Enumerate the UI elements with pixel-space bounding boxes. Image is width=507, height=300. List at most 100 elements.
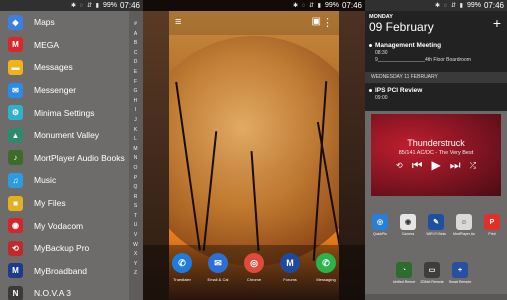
app-list-item[interactable]: ♫ Music [0,169,130,192]
alphabet-letter[interactable]: X [134,250,137,260]
app-shortcut[interactable]: P Print [481,214,503,236]
alphabet-letter[interactable]: # [134,20,137,30]
alphabet-letter[interactable]: Z [134,269,137,279]
status-icons: ✱ ◌ ⇵ ▮ [71,3,100,9]
alphabet-letter[interactable]: L [134,135,137,145]
repeat-icon[interactable]: ⟲ [396,161,403,173]
mortplayer-icon: ♪ [8,150,23,166]
app-list-item[interactable]: ◆ Maps [0,11,130,34]
add-event-icon[interactable]: + [493,15,501,31]
unified-remote-icon: ◔ [396,262,412,278]
alphabet-letter[interactable]: A [134,30,137,40]
shuffle-icon[interactable]: ⤮ [470,161,476,173]
truedialer-icon: ✆ [172,253,192,273]
alphabet-letter[interactable]: V [134,231,137,241]
status-icons: ✱ ◌ ⇵ ▮ [293,3,322,9]
alphabet-letter[interactable]: N [134,154,138,164]
app-list-item[interactable]: ⚙ Minima Settings [0,101,130,124]
music-widget[interactable]: Thunderstruck 85/141 AC/DC - The Very Be… [371,114,501,196]
dock-item[interactable]: ✆ Messaging [310,253,343,282]
app-list-item[interactable]: ▬ Messages [0,56,130,79]
quickpic-icon: ◎ [372,214,388,230]
dock-item[interactable]: ✆ Truedialer [166,253,199,282]
dock-item[interactable]: ✉ Email & Cal [202,253,235,282]
alphabet-letter[interactable]: K [134,126,137,136]
alphabet-letter[interactable]: P [134,174,137,184]
alphabet-letter[interactable]: Q [134,183,138,193]
alphabet-letter[interactable]: T [134,212,137,222]
alphabet-letter[interactable]: H [134,97,138,107]
alphabet-letter[interactable]: C [134,49,138,59]
dock-label: Forums [283,277,297,282]
zdnet-icon: ▭ [424,262,440,278]
alphabet-letter[interactable]: B [134,39,137,49]
alphabet-letter[interactable]: S [134,202,137,212]
dock: ✆ Truedialer ✉ Email & Cal ◎ Chrome M Forums ✆ Me… [143,245,365,300]
app-list-item[interactable]: ♪ MortPlayer Audio Books [0,147,130,170]
smart-remote-icon: + [452,262,468,278]
play-icon[interactable]: ▶ [432,158,441,173]
alphabet-letter[interactable]: F [134,78,137,88]
app-shortcut[interactable]: ▭ ZDNet Remote [420,262,444,284]
event-title: IPS PCI Review [375,87,423,94]
app-list-item[interactable]: ■ My Files [0,192,130,215]
bottom-strip [365,294,507,300]
app-shortcut-label: ZDNet Remote [420,280,444,284]
calendar-event[interactable]: Management Meeting 08:30 9______________… [369,42,503,63]
alphabet-letter[interactable]: G [134,87,138,97]
dock-item[interactable]: ◎ Chrome [238,253,271,282]
alphabet-letter[interactable]: M [133,145,137,155]
alphabet-letter[interactable]: J [134,116,137,126]
app-list: ◆ Maps M MEGA ▬ Messages ✉ Messenger ⚙ Minima Set… [0,11,130,300]
alphabet-letter[interactable]: R [134,193,138,203]
calendar-widget[interactable]: MONDAY 09 February + Management Meeting … [365,11,507,111]
app-list-item[interactable]: ◉ My Vodacom [0,214,130,237]
app-shortcut[interactable]: ✎ WiFi-Fi Beta [425,214,447,236]
alphabet-letter[interactable]: W [133,241,138,251]
status-bar: ✱ ◌ ⇵ ▮ 99% 07:46 [0,0,143,11]
previous-icon[interactable]: ⏮ [412,158,423,173]
alphabet-letter[interactable]: D [134,58,138,68]
app-name: My Files [34,198,66,209]
calendar-day-divider: WEDNESDAY 11 FEBRUARY [365,72,507,83]
home-toolbar: ≡ ▣ ⋮ [169,11,339,35]
app-name: MyBackup Pro [34,243,90,254]
minima-settings-icon: ⚙ [8,105,23,121]
app-list-item[interactable]: ▲ Monument Valley [0,124,130,147]
app-shortcut[interactable]: ◔ Unified Remot [393,262,415,284]
calendar-event[interactable]: IPS PCI Review 09:00 [369,87,503,101]
app-list-item[interactable]: M MEGA [0,34,130,57]
clock: 07:46 [119,1,140,10]
app-shortcut-label: Smart Remote [448,280,472,284]
drawer-icon[interactable]: ▣ [312,16,321,27]
alphabet-letter[interactable]: Y [134,260,137,270]
alphabet-letter[interactable]: U [134,221,138,231]
alphabet-letter[interactable]: E [134,68,137,78]
app-list-item[interactable]: ✉ Messenger [0,79,130,102]
app-shortcut[interactable]: ◎ QuickPic [369,214,391,236]
app-shortcut[interactable]: + Smart Remote [449,262,471,284]
alphabet-letter[interactable]: O [134,164,138,174]
forums-icon: M [280,253,300,273]
menu-icon[interactable]: ≡ [175,16,181,28]
status-icons: ✱ ◌ ⇵ ▮ [435,3,464,9]
app-list-item[interactable]: M MyBroadband [0,260,130,283]
app-list-item[interactable]: ⟲ MyBackup Pro [0,237,130,260]
overflow-menu-icon[interactable]: ⋮ [322,16,333,29]
app-list-item[interactable]: N N.O.V.A 3 [0,282,130,300]
alphabet-index[interactable]: # A B C D E F G H I J K L M N O P Q R S T U V W X Y Z [131,20,140,279]
print-icon: P [484,214,500,230]
playback-controls: ⟲ ⏮ ▶ ⏭ ⤮ [371,158,501,173]
monument-valley-icon: ▲ [8,127,23,143]
alphabet-letter[interactable]: I [135,106,136,116]
app-name: Messenger [34,85,77,96]
app-drawer-panel: ✱ ◌ ⇵ ▮ 99% 07:46 ◆ Maps M MEGA ▬ Messages ✉ Me… [0,0,143,300]
dock-label: Chrome [246,277,262,282]
app-shortcut[interactable]: ☺ MortPlayer Au [453,214,475,236]
next-icon[interactable]: ⏭ [450,158,461,173]
mybackup-icon: ⟲ [8,240,23,256]
battery-level: 99% [102,2,117,9]
dock-item[interactable]: M Forums [274,253,307,282]
app-name: Maps [34,17,55,28]
app-shortcut[interactable]: ◉ Camera [397,214,419,236]
